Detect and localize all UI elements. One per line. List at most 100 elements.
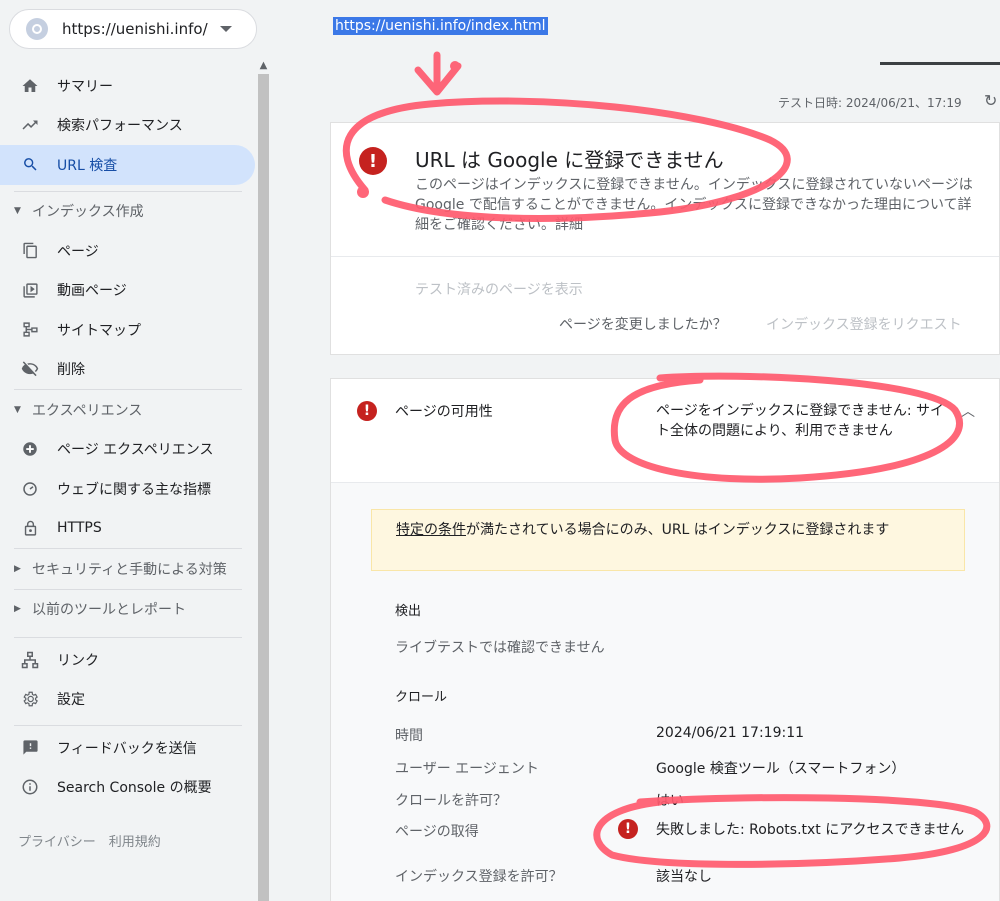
section-label: インデックス作成 <box>32 204 144 221</box>
sidebar-item-pages[interactable]: ページ <box>0 231 256 271</box>
section-label: セキュリティと手動による対策 <box>32 561 227 578</box>
page-changed-question: ページを変更しましたか？ <box>559 317 727 333</box>
page-fetch-value: 失敗しました: Robots.txt にアクセスできません <box>656 822 965 838</box>
sidebar-item-performance[interactable]: 検索パフォーマンス <box>0 106 256 146</box>
crawl-allowed-value: はい <box>656 793 684 809</box>
collapsed-caret-icon: ▶ <box>14 563 21 574</box>
property-selector[interactable]: https://uenishi.info/ <box>9 9 257 49</box>
sidebar: https://uenishi.info/ サマリー 検索パフォーマンス URL… <box>0 0 270 901</box>
sidebar-item-url-inspection[interactable]: URL 検査 <box>0 145 255 185</box>
error-icon: ! <box>359 147 387 175</box>
chevron-up-icon[interactable]: ︿ <box>961 401 975 421</box>
sidebar-item-core-web-vitals[interactable]: ウェブに関する主な指標 <box>0 469 256 509</box>
crawl-title: クロール <box>395 690 448 705</box>
section-legacy-tools[interactable]: ▶ 以前のツールとレポート <box>0 590 256 630</box>
scroll-up-arrow-icon[interactable]: ▲ <box>257 60 270 72</box>
section-label: エクスペリエンス <box>32 402 143 419</box>
availability-label: ページの可用性 <box>395 404 493 420</box>
sidebar-scrollbar[interactable]: ▲ <box>257 58 270 901</box>
user-agent-label: ユーザー エージェント <box>395 761 539 777</box>
sidebar-item-label: 動画ページ <box>57 283 127 300</box>
sidebar-item-label: 設定 <box>57 692 85 709</box>
availability-header[interactable]: ! ページの可用性 ページをインデックスに登録できません: サイト全体の問題によ… <box>331 379 999 483</box>
feedback-icon <box>20 738 40 758</box>
section-experience[interactable]: ▼ エクスペリエンス <box>0 390 256 430</box>
sidebar-item-video-pages[interactable]: 動画ページ <box>0 271 256 311</box>
sidebar-item-label: Search Console の概要 <box>57 780 212 797</box>
gear-icon <box>20 689 40 709</box>
property-logo-icon <box>26 18 48 40</box>
crawl-allowed-label: クロールを許可？ <box>395 793 507 809</box>
caret-down-icon <box>220 26 232 32</box>
lock-icon <box>20 518 40 538</box>
collapsed-caret-icon: ▶ <box>14 604 21 615</box>
sidebar-item-sitemaps[interactable]: サイトマップ <box>0 310 256 350</box>
info-icon <box>20 777 40 797</box>
sidebar-item-label: サマリー <box>57 78 113 95</box>
error-icon: ! <box>357 401 377 421</box>
privacy-terms-label: プライバシー 利用規約 <box>18 835 161 851</box>
sidebar-item-links[interactable]: リンク <box>0 640 256 680</box>
crawl-time-value: 2024/06/21 17:19:11 <box>656 725 805 741</box>
status-title: URL は Google に登録できません <box>415 148 724 172</box>
section-security[interactable]: ▶ セキュリティと手動による対策 <box>0 549 256 589</box>
sidebar-item-label: ウェブに関する主な指標 <box>57 481 211 498</box>
search-icon <box>20 155 40 175</box>
details-link[interactable]: 詳細 <box>555 217 583 233</box>
plus-circle-icon <box>20 439 40 459</box>
sidebar-item-label: ページ <box>57 243 99 260</box>
sidebar-item-https[interactable]: HTTPS <box>0 509 256 549</box>
discovery-title: 検出 <box>395 604 422 619</box>
inspected-url[interactable]: https://uenishi.info/index.html <box>333 17 548 35</box>
sidebar-item-label: 検索パフォーマンス <box>57 118 183 135</box>
sidebar-item-label: URL 検査 <box>57 157 118 174</box>
index-allowed-value: 該当なし <box>656 869 712 885</box>
sidebar-item-label: リンク <box>57 652 99 669</box>
page-availability-card: ! ページの可用性 ページをインデックスに登録できません: サイト全体の問題によ… <box>330 378 1000 901</box>
pages-icon <box>20 241 40 261</box>
index-allowed-label: インデックス登録を許可？ <box>395 869 563 885</box>
request-indexing-button[interactable]: インデックス登録をリクエスト <box>766 314 962 334</box>
sidebar-item-settings[interactable]: 設定 <box>0 680 256 720</box>
view-tested-page-button[interactable]: テスト済みのページを表示 <box>415 279 583 299</box>
index-condition-notice: 特定の条件が満たされている場合にのみ、URL はインデックスに登録されます <box>371 509 965 571</box>
removal-icon <box>20 359 40 379</box>
privacy-terms[interactable]: プライバシー 利用規約 <box>0 821 256 861</box>
divider <box>14 637 242 638</box>
sidebar-item-removals[interactable]: 削除 <box>0 350 256 390</box>
links-icon <box>20 650 40 670</box>
availability-value: ページをインデックスに登録できません: サイト全体の問題により、利用できません <box>656 403 945 439</box>
sidebar-nav: サマリー 検索パフォーマンス URL 検査 ▼ インデックス作成 ページ 動画ペ… <box>0 66 256 861</box>
discovery-value: ライブテストでは確認できません <box>395 640 605 656</box>
section-indexing[interactable]: ▼ インデックス作成 <box>0 192 256 232</box>
sidebar-item-label: HTTPS <box>57 520 102 537</box>
sitemap-icon <box>20 320 40 340</box>
conditions-link[interactable]: 特定の条件 <box>396 522 466 538</box>
divider <box>14 725 242 726</box>
scroll-thumb[interactable] <box>258 74 269 901</box>
sidebar-item-about[interactable]: Search Console の概要 <box>0 768 256 808</box>
status-description: このページはインデックスに登録できません。インデックスに登録されていないページは… <box>415 175 975 235</box>
sidebar-item-label: ページ エクスペリエンス <box>57 442 214 459</box>
sidebar-item-label: 削除 <box>57 362 85 379</box>
sidebar-item-feedback[interactable]: フィードバックを送信 <box>0 728 256 768</box>
trending-icon <box>20 115 40 135</box>
availability-details: 特定の条件が満たされている場合にのみ、URL はインデックスに登録されます 検出… <box>331 483 999 901</box>
test-date: テスト日時: 2024/06/21、17:19 <box>778 96 962 110</box>
error-icon: ! <box>618 819 638 839</box>
sidebar-item-label: サイトマップ <box>57 322 141 339</box>
expanded-caret-icon: ▼ <box>14 404 21 415</box>
crawl-time-label: 時間 <box>395 728 423 744</box>
section-label: 以前のツールとレポート <box>32 602 186 619</box>
notice-text: が満たされている場合にのみ、URL はインデックスに登録されます <box>466 522 890 538</box>
expanded-caret-icon: ▼ <box>14 206 21 217</box>
home-icon <box>20 76 40 96</box>
divider <box>331 256 999 257</box>
sidebar-item-summary[interactable]: サマリー <box>0 66 256 106</box>
page-fetch-label: ページの取得 <box>395 824 479 840</box>
sidebar-item-page-experience[interactable]: ページ エクスペリエンス <box>0 430 256 470</box>
refresh-icon[interactable]: ↻ <box>984 91 997 110</box>
user-agent-value: Google 検査ツール（スマートフォン） <box>656 761 906 777</box>
sidebar-item-label: フィードバックを送信 <box>57 740 197 757</box>
status-description-text: このページはインデックスに登録できません。インデックスに登録されていないページは… <box>415 177 973 233</box>
